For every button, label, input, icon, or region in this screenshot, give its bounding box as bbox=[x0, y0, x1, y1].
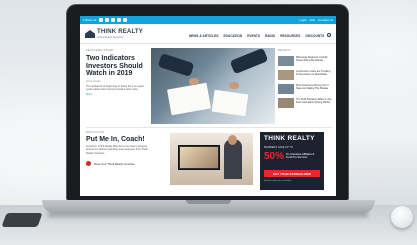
youtube-icon[interactable] bbox=[105, 18, 110, 22]
get-savings-button[interactable]: GET YOUR SAVINGS NOW bbox=[264, 170, 320, 177]
coaching-headline[interactable]: Put Me In, Coach! bbox=[86, 136, 151, 143]
article-title: The 2019 Pandemic Effect on the Dust Cel… bbox=[296, 98, 332, 104]
nav-resources[interactable]: RESOURCES bbox=[280, 34, 300, 38]
coaching-block: EDUCATION Put Me In, Coach! Investors: T… bbox=[86, 130, 151, 167]
featured-section-label: FEATURED STORY bbox=[86, 48, 114, 52]
follow-label: Follow Us bbox=[83, 18, 97, 22]
article-title: Most Americans Moving Out of State Are M… bbox=[296, 84, 329, 90]
article-thumbnail bbox=[278, 70, 294, 80]
featured-image[interactable] bbox=[151, 48, 275, 124]
article-thumbnail bbox=[278, 98, 294, 108]
twitter-icon[interactable] bbox=[99, 18, 104, 22]
list-item[interactable]: Millennials Rocketed: A Small House With… bbox=[278, 56, 332, 66]
recent-sidebar: RECENT Millennials Rocketed: A Small Hou… bbox=[278, 48, 332, 108]
ad-tagline: MEMBERS SAVE UP TO bbox=[264, 146, 294, 149]
ad-logo: THINK REALTY bbox=[264, 135, 315, 142]
logo-tagline: A Real Estate Company bbox=[97, 36, 124, 39]
person-hand bbox=[229, 82, 239, 89]
person-head bbox=[228, 135, 237, 145]
contact-link[interactable]: Contact Us bbox=[318, 18, 333, 22]
coffee-cup bbox=[391, 206, 413, 228]
person-hand bbox=[189, 78, 199, 85]
list-item[interactable]: Construction Costs are Trending for Deve… bbox=[278, 70, 332, 80]
nav-discounts[interactable]: DISCOUNTS bbox=[305, 34, 324, 38]
document-paper bbox=[167, 82, 211, 116]
ad-footer: Membership plans available bbox=[264, 180, 292, 182]
ad-percent: 50% bbox=[264, 151, 285, 162]
facebook-icon[interactable] bbox=[117, 18, 122, 22]
coaching-image[interactable] bbox=[170, 133, 253, 185]
person-arm bbox=[229, 48, 269, 75]
site-header: THINK REALTY A Real Estate Company NEWS … bbox=[80, 24, 336, 44]
article-thumbnail bbox=[278, 84, 294, 94]
nav-radio[interactable]: RADIO bbox=[265, 34, 275, 38]
top-bar: Follow Us Login Join Contact Us bbox=[80, 16, 336, 24]
list-item[interactable]: Most Americans Moving Out of State Are M… bbox=[278, 84, 332, 94]
nav-events[interactable]: EVENTS bbox=[247, 34, 260, 38]
section-divider bbox=[86, 127, 332, 128]
person-arm bbox=[157, 53, 195, 77]
join-link[interactable]: Join bbox=[310, 18, 316, 22]
article-thumbnail bbox=[278, 56, 294, 66]
main-nav: NEWS & ARTICLES EDUCATION EVENTS RADIO R… bbox=[189, 34, 324, 38]
instagram-icon[interactable] bbox=[123, 18, 128, 22]
featured-story: FEATURED STORY Two Indicators Investors … bbox=[86, 48, 148, 96]
nav-education[interactable]: EDUCATION bbox=[223, 34, 242, 38]
coaches-link[interactable]: Meet Your Think Realty Coaches bbox=[86, 161, 151, 167]
logo-house-icon[interactable] bbox=[85, 30, 95, 38]
laptop-screen: Follow Us Login Join Contact Us THINK RE… bbox=[80, 16, 336, 196]
article-title: Construction Costs are Trending for Deve… bbox=[296, 70, 331, 76]
document-paper bbox=[211, 89, 249, 117]
monitor-display bbox=[180, 147, 218, 168]
coaches-link-label: Meet Your Think Realty Coaches bbox=[94, 161, 135, 166]
featured-more-link[interactable]: More bbox=[86, 93, 148, 96]
list-item[interactable]: The 2019 Pandemic Effect on the Dust Cel… bbox=[278, 98, 332, 108]
ad-offer-text: On Cherokee Affiliates & Fund Pro Servic… bbox=[286, 153, 315, 160]
play-icon bbox=[86, 161, 91, 167]
person-body bbox=[224, 139, 242, 179]
nav-news[interactable]: NEWS & ARTICLES bbox=[189, 34, 218, 38]
linkedin-icon[interactable] bbox=[111, 18, 116, 22]
coaching-text: Investors: Think Realty Members now have… bbox=[86, 145, 148, 155]
featured-byline: Think Realty bbox=[86, 79, 101, 83]
featured-excerpt: The ambiance is beginning to swing from … bbox=[86, 84, 145, 91]
phone-on-desk bbox=[1, 213, 43, 227]
recent-section-label: RECENT bbox=[278, 48, 291, 52]
membership-ad[interactable]: THINK REALTY MEMBERS SAVE UP TO 50% On C… bbox=[260, 132, 324, 190]
article-title: Millennials Rocketed: A Small House With… bbox=[296, 56, 328, 62]
laptop-notch bbox=[186, 200, 231, 204]
coaching-section-label: EDUCATION bbox=[86, 130, 105, 134]
login-link[interactable]: Login bbox=[299, 18, 306, 22]
site-logo[interactable]: THINK REALTY bbox=[97, 29, 143, 35]
search-icon[interactable] bbox=[327, 33, 331, 37]
featured-headline[interactable]: Two Indicators Investors Should Watch in… bbox=[86, 55, 148, 78]
